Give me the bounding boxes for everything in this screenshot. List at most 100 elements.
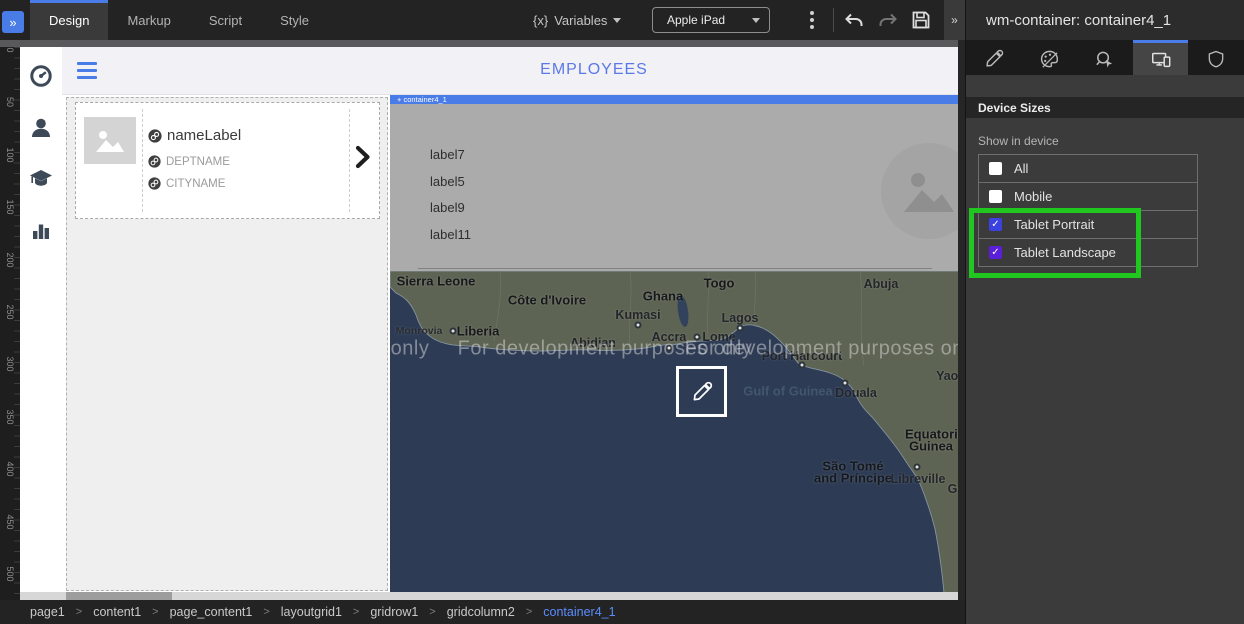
properties-panel: wm-container: container4_1 (965, 0, 1244, 624)
checkbox[interactable]: ✓ (989, 246, 1002, 259)
dashboard-gauge-icon[interactable] (29, 64, 53, 88)
breadcrumb-separator-icon: > (76, 606, 82, 618)
city-marker (635, 322, 642, 329)
section-header-device-sizes: Device Sizes (966, 97, 1244, 118)
list-item-template[interactable]: nameLabel DEPTNAME CIT (75, 102, 380, 219)
breadcrumb-item-page_content1[interactable]: page_content1 (170, 605, 253, 619)
bind-icon (148, 129, 162, 143)
device-option-label: Tablet Portrait (1014, 217, 1094, 232)
map-label-and-pr-ncipe: and Príncipe (814, 471, 892, 486)
more-options-button[interactable] (804, 8, 820, 32)
selection-title-bar[interactable]: + container4_1 (390, 95, 958, 104)
map-label-libreville: Libreville (891, 472, 946, 486)
devices-icon (1150, 48, 1172, 70)
breadcrumb-separator-icon: > (526, 606, 532, 618)
widget-label9[interactable]: label9 (430, 200, 465, 215)
selected-container[interactable]: + container4_1 label7 label5 label9 labe… (390, 95, 958, 592)
dept-label: DEPTNAME (166, 156, 230, 168)
google-map-widget[interactable]: Sierra LeoneCôte d'IvoireGhanaTogoAbujaM… (390, 271, 958, 592)
card-divider (349, 109, 350, 212)
tab-style[interactable]: Style (261, 0, 328, 40)
map-label-ga: Ga (948, 482, 958, 496)
device-option-row[interactable]: ✓ Tablet Portrait (979, 210, 1197, 238)
bind-icon (148, 177, 161, 190)
list-item-city-row[interactable]: CITYNAME (148, 177, 225, 190)
hamburger-menu-icon[interactable] (77, 62, 97, 79)
ruler-mark: 100 (5, 147, 15, 163)
variables-dropdown[interactable]: {x} Variables (533, 0, 621, 40)
breadcrumb-separator-icon: > (353, 606, 359, 618)
map-coastline (390, 271, 958, 592)
picture-placeholder-icon[interactable] (881, 143, 958, 239)
device-option-row[interactable]: All (979, 155, 1197, 182)
redo-icon (876, 8, 900, 32)
breadcrumb-item-content1[interactable]: content1 (93, 605, 141, 619)
editor-tabs: Design Markup Script Style (30, 0, 328, 40)
design-canvas: EMPLOYEES nameLabel (20, 47, 958, 592)
left-collapse-button[interactable]: » (2, 11, 24, 33)
tab-markup[interactable]: Markup (108, 0, 189, 40)
app-left-nav (20, 47, 62, 592)
toolbar-divider (833, 8, 834, 32)
bar-chart-icon[interactable] (29, 218, 53, 242)
wavemaker-designer: » Design Markup Script Style {x} Variabl… (0, 0, 1244, 624)
save-button[interactable] (909, 8, 933, 32)
device-option-row[interactable]: Mobile (979, 182, 1197, 210)
breadcrumb-item-page1[interactable]: page1 (30, 605, 65, 619)
user-icon[interactable] (29, 116, 53, 140)
container-body[interactable]: label7 label5 label9 label11 (390, 104, 958, 271)
device-option-row[interactable]: ✓Tablet Landscape (979, 238, 1197, 266)
tab-security[interactable] (1188, 40, 1244, 75)
device-select-value: Apple iPad (667, 13, 725, 27)
undo-button[interactable] (842, 8, 866, 32)
map-label-gulf-of-guinea: Gulf of Guinea (743, 384, 833, 399)
right-panel-toggle[interactable]: » (944, 0, 965, 40)
checkbox[interactable] (989, 190, 1002, 203)
map-label-douala: Douala (835, 386, 877, 400)
vertical-ruler: 050100150200250300350400450500 (0, 47, 20, 600)
double-chevron-right-icon: » (951, 13, 958, 27)
tab-events[interactable] (1077, 40, 1133, 75)
breadcrumb-separator-icon: > (429, 606, 435, 618)
widget-label7[interactable]: label7 (430, 147, 465, 162)
breadcrumb-item-gridrow1[interactable]: gridrow1 (370, 605, 418, 619)
checkbox[interactable] (989, 162, 1002, 175)
pencil-icon (691, 381, 713, 403)
container-divider (418, 268, 932, 269)
tab-device-sizes[interactable] (1133, 40, 1189, 75)
map-watermark: only (391, 338, 430, 361)
widget-label11[interactable]: label11 (430, 227, 471, 242)
map-edit-button[interactable] (676, 366, 727, 417)
name-label: nameLabel (167, 127, 241, 144)
chevron-right-icon[interactable] (355, 145, 371, 174)
panel-tabs (966, 40, 1244, 75)
tab-design[interactable]: Design (30, 0, 108, 40)
tab-script[interactable]: Script (190, 0, 261, 40)
checkbox[interactable]: ✓ (989, 218, 1002, 231)
map-label-liberia: Liberia (457, 324, 500, 339)
breadcrumb-item-gridcolumn2[interactable]: gridcolumn2 (447, 605, 515, 619)
breadcrumb-item-layoutgrid1[interactable]: layoutgrid1 (281, 605, 342, 619)
graduation-cap-icon[interactable] (29, 166, 53, 190)
list-item-dept-row[interactable]: DEPTNAME (148, 155, 230, 168)
list-widget-column[interactable]: nameLabel DEPTNAME CIT (66, 97, 388, 591)
device-preview-select[interactable]: Apple iPad (652, 7, 770, 33)
save-icon (909, 8, 933, 32)
ruler-mark: 200 (5, 252, 15, 268)
city-marker (450, 328, 457, 335)
top-toolbar: » Design Markup Script Style {x} Variabl… (0, 0, 965, 40)
tab-properties[interactable] (966, 40, 1022, 75)
redo-button[interactable] (876, 8, 900, 32)
map-label-sierra-leone: Sierra Leone (397, 274, 476, 289)
widget-label5[interactable]: label5 (430, 174, 465, 189)
map-label-abuja: Abuja (864, 277, 899, 291)
list-item-name-row[interactable]: nameLabel (148, 127, 241, 144)
widget-breadcrumb: page1 > content1 > page_content1 > layoutgrid1… (0, 600, 965, 624)
image-placeholder-icon (84, 117, 136, 164)
tab-styles[interactable] (1022, 40, 1078, 75)
breadcrumb-item-container4_1[interactable]: container4_1 (543, 605, 615, 619)
ruler-mark: 500 (5, 566, 15, 582)
scrollbar-handle[interactable] (66, 592, 172, 600)
horizontal-scrollbar[interactable] (20, 592, 958, 600)
ruler-mark: 150 (5, 199, 15, 215)
